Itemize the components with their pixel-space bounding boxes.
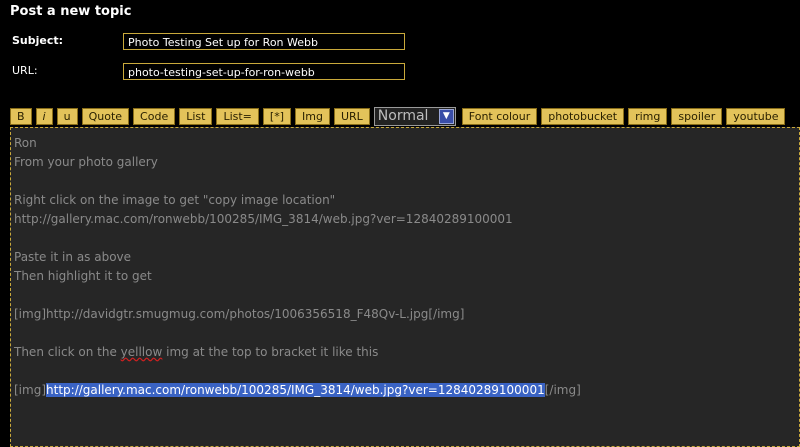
editor-blank-line [14, 324, 799, 343]
subject-input[interactable]: Photo Testing Set up for Ron Webb [123, 33, 405, 50]
subject-label: Subject: [12, 34, 64, 47]
ordered-list-button[interactable]: List= [216, 107, 259, 125]
editor-blank-line [14, 229, 799, 248]
img-button[interactable]: Img [295, 107, 330, 125]
editor-line: Then highlight it to get [14, 269, 152, 283]
img-open-tag: [img] [14, 383, 47, 397]
editor-line: From your photo gallery [14, 155, 158, 169]
underline-button[interactable]: u [56, 107, 78, 125]
bbcode-toolbar: B i u Quote Code List List= [*] Img URL … [10, 106, 789, 126]
youtube-button[interactable]: youtube [726, 107, 786, 125]
selected-text[interactable]: http://gallery.mac.com/ronwebb/100285/IM… [46, 383, 545, 397]
font-size-select[interactable]: Normal ▼ [373, 106, 456, 126]
img-close-tag: [/img] [544, 383, 581, 397]
url-label: URL: [12, 64, 38, 77]
chevron-down-icon[interactable]: ▼ [438, 108, 454, 124]
editor-line: http://gallery.mac.com/ronwebb/100285/IM… [14, 212, 513, 226]
editor-text: img at the top to bracket it like this [162, 345, 379, 359]
quote-button[interactable]: Quote [81, 107, 130, 125]
message-textarea[interactable]: Ron From your photo gallery Right click … [10, 127, 800, 447]
rimg-button[interactable]: rimg [628, 107, 668, 125]
editor-line: Right click on the image to get "copy im… [14, 193, 336, 207]
font-size-value: Normal [377, 107, 429, 124]
editor-line: Paste it in as above [14, 250, 132, 264]
italic-button[interactable]: i [35, 107, 53, 125]
page-heading: Post a new topic [10, 4, 132, 19]
code-button[interactable]: Code [133, 107, 176, 125]
url-button[interactable]: URL [333, 107, 370, 125]
editor-blank-line [14, 172, 799, 191]
editor-blank-line [14, 362, 799, 381]
editor-line: Then click on the yelllow img at the top… [14, 343, 799, 362]
spoiler-button[interactable]: spoiler [671, 107, 723, 125]
editor-blank-line [14, 286, 799, 305]
list-item-button[interactable]: [*] [262, 107, 291, 125]
font-colour-button[interactable]: Font colour [461, 107, 538, 125]
editor-text: Then click on the [14, 345, 121, 359]
photobucket-button[interactable]: photobucket [541, 107, 625, 125]
editor-line: [img]http://gallery.mac.com/ronwebb/1002… [14, 381, 799, 400]
url-input[interactable]: photo-testing-set-up-for-ron-webb [123, 63, 405, 80]
editor-line: Ron [14, 136, 37, 150]
bold-button[interactable]: B [10, 107, 32, 125]
list-button[interactable]: List [179, 107, 213, 125]
editor-line: [img]http://davidgtr.smugmug.com/photos/… [14, 307, 465, 321]
misspelled-word[interactable]: yelllow [121, 345, 163, 359]
